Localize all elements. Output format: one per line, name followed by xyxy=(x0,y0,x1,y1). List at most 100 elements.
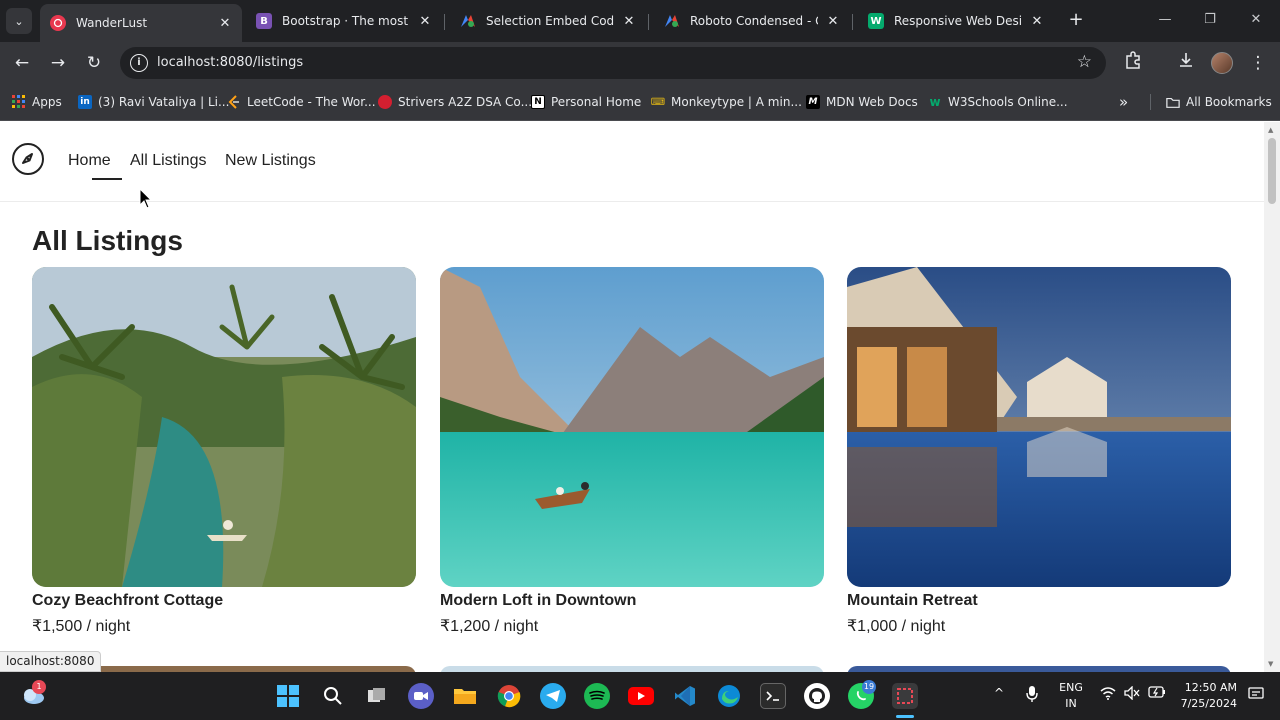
site-navbar: Home All Listings New Listings xyxy=(0,122,1264,202)
reload-icon[interactable]: ↻ xyxy=(82,51,106,75)
compass-logo-icon[interactable] xyxy=(12,143,44,175)
scrollbar-thumb[interactable] xyxy=(1268,138,1276,204)
file-explorer-icon[interactable] xyxy=(452,683,478,709)
nav-new-listings[interactable]: New Listings xyxy=(225,152,316,170)
vscode-icon[interactable] xyxy=(672,683,698,709)
listing-card[interactable]: Modern Loft in Downtown ₹1,200 / night xyxy=(440,267,824,636)
w3schools-icon: w xyxy=(929,95,941,109)
scroll-down-arrow-icon[interactable]: ▼ xyxy=(1268,660,1273,668)
back-arrow-icon[interactable]: ← xyxy=(10,51,34,75)
close-tab-icon[interactable]: ✕ xyxy=(824,14,842,29)
forward-arrow-icon[interactable]: → xyxy=(46,51,70,75)
page-title: All Listings xyxy=(32,225,183,256)
tab-responsive-web-design[interactable]: W Responsive Web Design ( ✕ xyxy=(858,6,1054,36)
site-info-icon[interactable]: i xyxy=(130,54,148,72)
spotify-icon[interactable] xyxy=(584,683,610,709)
nav-all-listings[interactable]: All Listings xyxy=(130,152,206,170)
github-icon[interactable] xyxy=(804,683,830,709)
telegram-icon[interactable] xyxy=(540,683,566,709)
nav-home[interactable]: Home xyxy=(68,152,122,180)
tab-selection-embed[interactable]: Selection Embed Code - ( ✕ xyxy=(450,6,646,36)
tab-search-chevron-icon[interactable]: ⌄ xyxy=(6,8,32,34)
extensions-puzzle-icon[interactable] xyxy=(1121,51,1145,75)
close-window-icon[interactable]: ✕ xyxy=(1246,10,1266,30)
listing-title: Mountain Retreat xyxy=(847,592,978,609)
notification-badge: 1 xyxy=(32,680,46,694)
listing-card[interactable]: Mountain Retreat ₹1,000 / night xyxy=(847,267,1231,636)
folder-icon xyxy=(1166,95,1180,109)
address-bar[interactable]: i localhost:8080/listings ☆ xyxy=(120,47,1106,79)
notifications-bell-icon[interactable] xyxy=(1248,686,1264,705)
close-tab-icon[interactable]: ✕ xyxy=(216,16,234,31)
edge-icon[interactable] xyxy=(716,683,742,709)
downloads-icon[interactable] xyxy=(1174,51,1198,75)
show-hidden-icons-chevron-icon[interactable]: ^ xyxy=(994,686,1004,700)
bookmark-leetcode[interactable]: LeetCode - The Wor... xyxy=(227,93,376,111)
google-fonts-favicon-icon xyxy=(664,13,680,29)
tab-separator xyxy=(648,14,649,30)
url-text[interactable]: localhost:8080/listings xyxy=(157,55,303,70)
youtube-icon[interactable] xyxy=(628,687,654,705)
bookmarks-overflow-chevron-icon[interactable]: » xyxy=(1119,93,1128,111)
chrome-menu-icon[interactable]: ⋮ xyxy=(1246,51,1270,75)
system-clock[interactable]: 12:50 AM 7/25/2024 xyxy=(1180,680,1237,712)
battery-charging-icon[interactable] xyxy=(1148,686,1166,701)
bookmark-w3schools[interactable]: w W3Schools Online... xyxy=(928,93,1067,111)
close-tab-icon[interactable]: ✕ xyxy=(620,14,638,29)
tab-separator xyxy=(444,14,445,30)
chrome-icon[interactable] xyxy=(496,683,522,709)
snipping-tool-icon[interactable] xyxy=(892,683,918,709)
minimize-icon[interactable]: — xyxy=(1155,10,1175,30)
restore-window-icon[interactable]: ❐ xyxy=(1200,10,1220,30)
listing-title: Modern Loft in Downtown xyxy=(440,592,637,609)
new-tab-plus-icon[interactable]: + xyxy=(1066,10,1086,30)
all-bookmarks-folder[interactable]: All Bookmarks xyxy=(1166,93,1272,111)
listing-card[interactable]: Cozy Beachfront Cottage ₹1,500 / night xyxy=(32,267,416,636)
speaker-muted-icon[interactable] xyxy=(1124,685,1140,703)
bookmarks-bar: Apps in (3) Ravi Vataliya | Li... LeetCo… xyxy=(0,84,1280,121)
monkeytype-icon: ⌨ xyxy=(650,96,666,108)
microphone-icon[interactable] xyxy=(1026,686,1038,705)
task-view-icon[interactable] xyxy=(364,683,390,709)
bookmark-label: All Bookmarks xyxy=(1186,95,1272,109)
listing-image[interactable] xyxy=(32,267,416,587)
language-indicator[interactable]: ENG IN xyxy=(1058,680,1084,712)
page-scrollbar[interactable]: ▲ ▼ xyxy=(1264,122,1280,672)
close-tab-icon[interactable]: ✕ xyxy=(1028,14,1046,29)
scroll-up-arrow-icon[interactable]: ▲ xyxy=(1268,126,1273,134)
profile-avatar[interactable] xyxy=(1211,52,1233,74)
tab-roboto-condensed[interactable]: Roboto Condensed - Goo ✕ xyxy=(654,6,850,36)
clock-time: 12:50 AM xyxy=(1184,681,1237,694)
listing-price: ₹1,200 / night xyxy=(440,618,539,635)
listing-image[interactable] xyxy=(440,267,824,587)
bookmark-star-icon[interactable]: ☆ xyxy=(1077,52,1092,72)
bookmark-label: Apps xyxy=(32,95,62,109)
google-fonts-favicon-icon xyxy=(460,13,476,29)
bookmark-linkedin[interactable]: in (3) Ravi Vataliya | Li... xyxy=(78,93,229,111)
listing-image[interactable] xyxy=(847,267,1231,587)
bookmark-strivers[interactable]: Strivers A2Z DSA Co... xyxy=(378,93,532,111)
search-icon[interactable] xyxy=(320,683,346,709)
windows-start-icon[interactable] xyxy=(275,683,301,709)
tab-title: Roboto Condensed - Goo xyxy=(690,14,818,28)
tab-title: WanderLust xyxy=(76,16,148,30)
bookmark-personal-home[interactable]: N Personal Home xyxy=(531,93,641,111)
bootstrap-favicon-icon: B xyxy=(256,13,272,29)
wifi-icon[interactable] xyxy=(1100,686,1116,703)
clock-date: 7/25/2024 xyxy=(1180,697,1237,710)
whatsapp-badge: 19 xyxy=(862,680,876,694)
listing-price: ₹1,000 / night xyxy=(847,618,946,635)
tab-bootstrap[interactable]: B Bootstrap · The most pop ✕ xyxy=(246,6,442,36)
bookmark-monkeytype[interactable]: ⌨ Monkeytype | A min... xyxy=(651,93,802,111)
tab-wanderlust[interactable]: WanderLust ✕ xyxy=(40,4,242,42)
bookmark-mdn[interactable]: M MDN Web Docs xyxy=(806,93,918,111)
web-page: Home All Listings New Listings All Listi… xyxy=(0,122,1264,672)
w3schools-favicon-icon: W xyxy=(868,13,884,29)
terminal-icon[interactable] xyxy=(760,683,786,709)
notion-icon: N xyxy=(531,95,545,109)
close-tab-icon[interactable]: ✕ xyxy=(416,14,434,29)
bookmark-label: (3) Ravi Vataliya | Li... xyxy=(98,95,230,109)
bookmark-apps[interactable]: Apps xyxy=(12,93,62,111)
teams-chat-icon[interactable] xyxy=(408,683,434,709)
language-code: ENG xyxy=(1059,681,1083,694)
